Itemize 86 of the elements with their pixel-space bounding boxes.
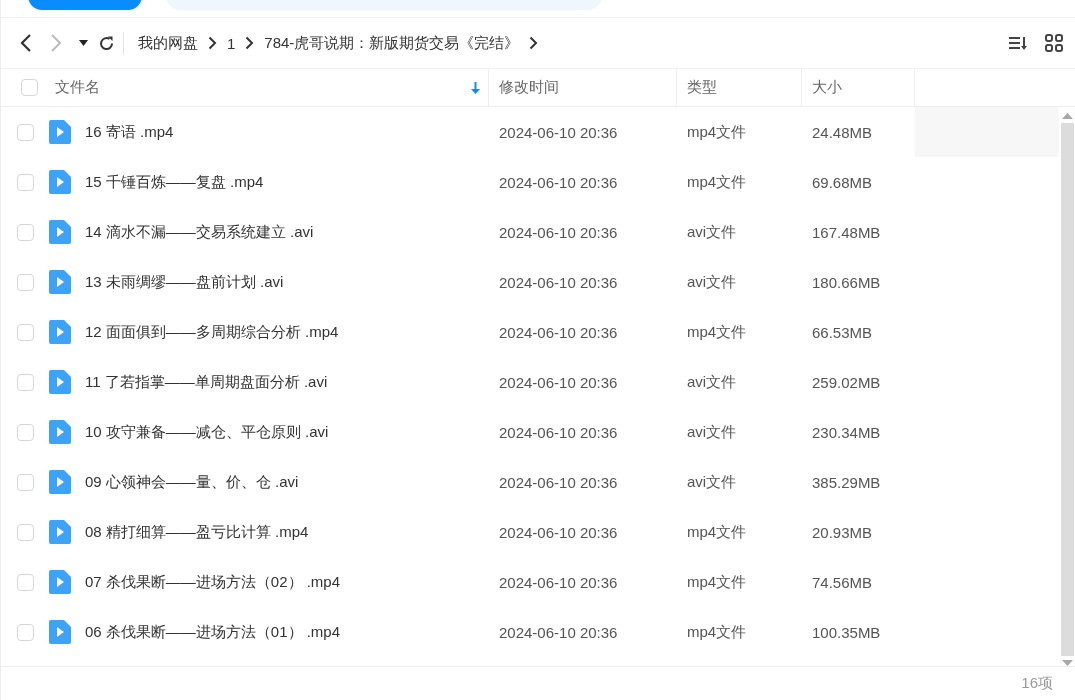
row-checkbox[interactable] <box>17 273 34 291</box>
file-size: 20.93MB <box>812 523 873 541</box>
file-name[interactable]: 11 了若指掌——单周期盘面分析 .avi <box>85 372 328 392</box>
video-file-icon <box>49 320 71 344</box>
file-type: avi文件 <box>687 372 737 392</box>
grid-view-button[interactable] <box>1045 34 1063 52</box>
file-name[interactable]: 09 心领神会——量、价、仓 .avi <box>85 472 299 492</box>
modified-time: 2024-06-10 20:36 <box>499 323 618 341</box>
file-type: mp4文件 <box>687 522 747 542</box>
breadcrumb-link[interactable]: 784-虎哥说期：新版期货交易《完结》 <box>264 33 520 53</box>
file-type: mp4文件 <box>687 322 747 342</box>
modified-time: 2024-06-10 20:36 <box>499 573 618 591</box>
file-name[interactable]: 12 面面俱到——多周期综合分析 .mp4 <box>85 322 339 342</box>
forward-button[interactable] <box>49 33 63 53</box>
file-size: 24.48MB <box>812 123 873 141</box>
modified-time: 2024-06-10 20:36 <box>499 523 618 541</box>
row-checkbox[interactable] <box>17 573 34 591</box>
video-file-icon <box>49 420 71 444</box>
chevron-icon <box>529 36 539 50</box>
video-file-icon <box>49 120 71 144</box>
file-type: mp4文件 <box>687 122 747 142</box>
file-type: avi文件 <box>687 422 737 442</box>
row-checkbox[interactable] <box>17 123 34 141</box>
chevron-icon <box>245 36 255 50</box>
refresh-button[interactable] <box>98 34 115 52</box>
file-type: mp4文件 <box>687 572 747 592</box>
video-file-icon <box>49 170 71 194</box>
modified-time: 2024-06-10 20:36 <box>499 173 618 191</box>
file-type: avi文件 <box>687 272 737 292</box>
modified-time: 2024-06-10 20:36 <box>499 423 618 441</box>
file-size: 230.34MB <box>812 423 881 441</box>
file-type: avi文件 <box>687 472 737 492</box>
column-header[interactable]: 类型 <box>687 78 717 97</box>
row-checkbox[interactable] <box>17 523 34 541</box>
row-checkbox[interactable] <box>17 473 34 491</box>
sort-button[interactable] <box>1008 35 1029 51</box>
file-type: avi文件 <box>687 222 737 242</box>
modified-time: 2024-06-10 20:36 <box>499 373 618 391</box>
modified-time: 2024-06-10 20:36 <box>499 123 618 141</box>
file-size: 100.35MB <box>812 623 881 641</box>
modified-time: 2024-06-10 20:36 <box>499 623 618 641</box>
file-name[interactable]: 16 寄语 .mp4 <box>85 122 174 142</box>
video-file-icon <box>49 620 71 644</box>
file-type: mp4文件 <box>687 622 747 642</box>
modified-time: 2024-06-10 20:36 <box>499 273 618 291</box>
back-button[interactable] <box>19 33 33 53</box>
breadcrumb-link[interactable]: 1 <box>227 34 236 52</box>
file-size: 259.02MB <box>812 373 881 391</box>
scroll-up-icon[interactable] <box>1061 113 1073 119</box>
row-checkbox[interactable] <box>17 373 34 391</box>
modified-time: 2024-06-10 20:36 <box>499 223 618 241</box>
file-name[interactable]: 10 攻守兼备——减仓、平仓原则 .avi <box>85 422 329 442</box>
file-name[interactable]: 06 杀伐果断——进场方法（01） .mp4 <box>85 622 341 642</box>
chevron-icon <box>208 36 217 50</box>
column-header[interactable]: 大小 <box>812 78 842 97</box>
file-size: 167.48MB <box>812 223 881 241</box>
video-file-icon <box>49 470 71 494</box>
select-all-checkbox[interactable] <box>21 79 38 96</box>
column-header[interactable]: 修改时间 <box>499 78 559 97</box>
row-checkbox[interactable] <box>17 223 34 241</box>
column-header[interactable]: 文件名 <box>55 78 100 97</box>
file-size: 385.29MB <box>812 473 881 491</box>
file-size: 66.53MB <box>812 323 873 341</box>
file-size: 69.68MB <box>812 173 873 191</box>
file-size: 74.56MB <box>812 573 873 591</box>
row-checkbox[interactable] <box>17 173 34 191</box>
row-checkbox[interactable] <box>17 423 34 441</box>
file-name[interactable]: 14 滴水不漏——交易系统建立 .avi <box>85 222 314 242</box>
video-file-icon <box>49 520 71 544</box>
file-type: mp4文件 <box>687 172 747 192</box>
item-count: 16项 <box>1021 674 1053 693</box>
video-file-icon <box>49 220 71 244</box>
video-file-icon <box>49 370 71 394</box>
breadcrumb-link[interactable]: 我的网盘 <box>138 33 198 53</box>
file-size: 180.66MB <box>812 273 881 291</box>
video-file-icon <box>49 570 71 594</box>
file-name[interactable]: 15 千锤百炼——复盘 .mp4 <box>85 172 264 192</box>
scroll-down-icon[interactable] <box>1061 660 1073 666</box>
file-name[interactable]: 08 精打细算——盈亏比计算 .mp4 <box>85 522 309 542</box>
modified-time: 2024-06-10 20:36 <box>499 473 618 491</box>
dropdown-button[interactable] <box>79 40 88 46</box>
row-checkbox[interactable] <box>17 623 34 641</box>
file-name[interactable]: 07 杀伐果断——进场方法（02） .mp4 <box>85 572 341 592</box>
video-file-icon <box>49 270 71 294</box>
file-name[interactable]: 13 未雨绸缪——盘前计划 .avi <box>85 272 284 292</box>
row-checkbox[interactable] <box>17 323 34 341</box>
